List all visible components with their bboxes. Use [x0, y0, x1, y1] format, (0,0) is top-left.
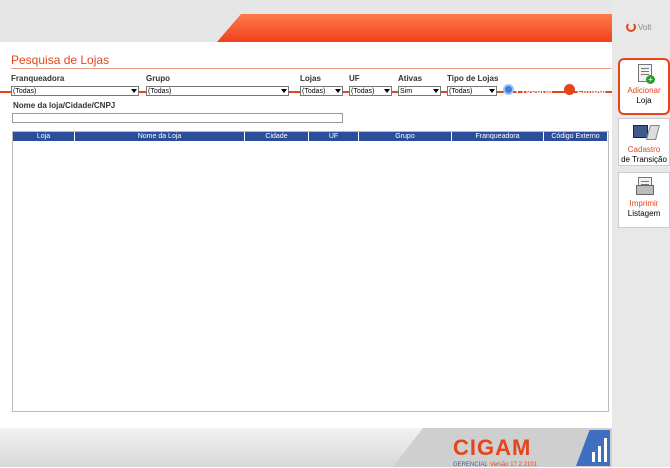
column-header-codigo[interactable]: Código Externo [544, 132, 608, 141]
uf-select[interactable]: (Todas) [349, 86, 392, 96]
lojas-label: Lojas [300, 74, 321, 83]
add-store-button[interactable]: + Adicionar Loja [618, 58, 670, 115]
clear-label: Limpar [577, 84, 608, 95]
top-bar [0, 0, 612, 42]
chevron-down-icon [131, 89, 137, 93]
print-list-sublabel: Listagem [627, 209, 661, 218]
chevron-down-icon [335, 89, 341, 93]
brand-name: CIGAM [453, 435, 532, 460]
title-divider [11, 68, 611, 69]
search-button[interactable]: Procurar [503, 84, 554, 95]
back-button[interactable]: Volt [626, 22, 651, 32]
ativas-select[interactable]: Sim [398, 86, 441, 96]
table-header: Loja Nome da Loja Cidade UF Grupo Franqu… [13, 132, 608, 141]
clear-icon [564, 84, 575, 95]
back-icon [626, 22, 636, 32]
back-label: Volt [638, 22, 652, 32]
version-text: Versão 17.2.2101 [489, 462, 537, 468]
print-icon [633, 177, 655, 197]
ativas-label: Ativas [398, 74, 423, 83]
column-header-cidade[interactable]: Cidade [245, 132, 309, 141]
name-search-input[interactable] [12, 113, 343, 123]
lojas-select[interactable]: (Todas) [300, 86, 343, 96]
product-name: GERENCIAL [453, 462, 488, 468]
print-list-label: Imprimir [629, 199, 659, 208]
column-header-franqueadora[interactable]: Franqueadora [452, 132, 544, 141]
clear-button[interactable]: Limpar [564, 84, 607, 95]
chevron-down-icon [384, 89, 390, 93]
name-search-label: Nome da loja/Cidade/CNPJ [13, 101, 116, 110]
search-icon [503, 84, 514, 95]
add-document-icon: + [633, 64, 655, 84]
transition-register-label: Cadastro [627, 145, 661, 154]
grupo-label: Grupo [146, 74, 170, 83]
add-store-label: Adicionar [627, 86, 661, 95]
page-title: Pesquisa de Lojas [11, 53, 110, 67]
chevron-down-icon [433, 89, 439, 93]
column-header-loja[interactable]: Loja [13, 132, 75, 141]
column-header-grupo[interactable]: Grupo [359, 132, 452, 141]
chevron-down-icon [489, 89, 495, 93]
column-header-nome[interactable]: Nome da Loja [75, 132, 245, 141]
top-bar-accent [217, 14, 612, 42]
grupo-select[interactable]: (Todas) [146, 86, 289, 96]
tipo-label: Tipo de Lojas [447, 74, 499, 83]
stores-table: Loja Nome da Loja Cidade UF Grupo Franqu… [12, 131, 609, 412]
cigam-logo: CIGAM GERENCIAL Versão 17.2.2101 [453, 437, 537, 468]
chevron-down-icon [281, 89, 287, 93]
search-label: Procurar [516, 84, 554, 95]
tipo-select[interactable]: (Todas) [447, 86, 497, 96]
franqueadora-select[interactable]: (Todas) [11, 86, 139, 96]
print-list-button[interactable]: Imprimir Listagem [618, 172, 670, 228]
franqueadora-label: Franqueadora [11, 74, 65, 83]
transition-register-button[interactable]: Cadastro de Transição [618, 118, 670, 166]
uf-label: UF [349, 74, 360, 83]
column-header-uf[interactable]: UF [309, 132, 359, 141]
transition-register-sublabel: de Transição [621, 155, 667, 164]
add-store-sublabel: Loja [636, 96, 652, 105]
computer-edit-icon [633, 123, 661, 143]
